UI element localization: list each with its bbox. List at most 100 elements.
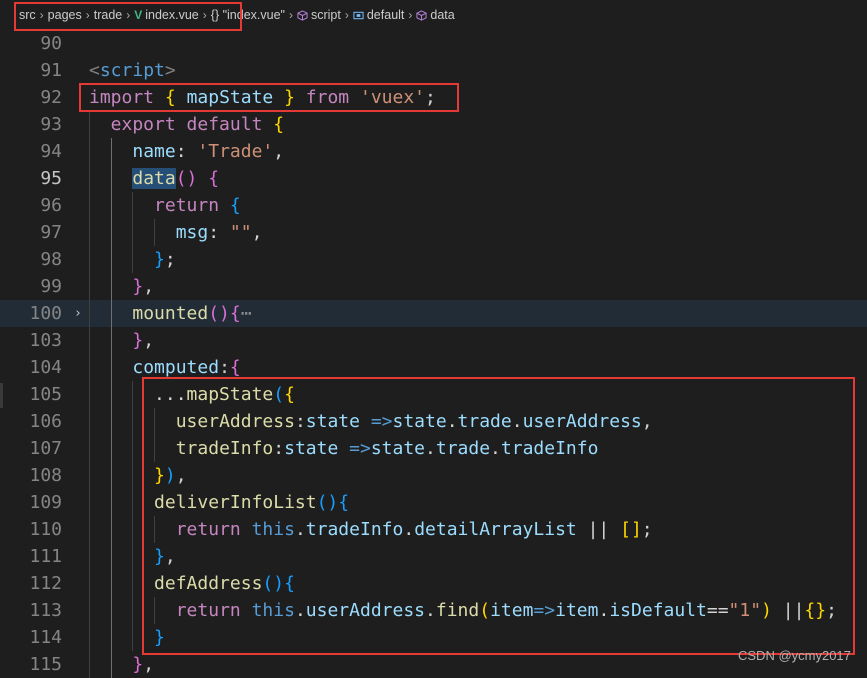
indent-guide xyxy=(132,597,134,624)
code-text: msg: "", xyxy=(176,219,263,246)
code-line[interactable]: 107 tradeInfo:state =>state.trade.tradeIn… xyxy=(0,435,867,462)
indent-guide xyxy=(110,408,112,435)
line-number: 107 xyxy=(29,438,62,459)
code-line[interactable]: 110 return this.tradeInfo.detailArrayList… xyxy=(0,516,867,543)
code-token: "" xyxy=(229,222,252,243)
breadcrumb: src › pages › trade › Vindex.vue › {} "i… xyxy=(0,0,867,30)
breadcrumb-default-label: default xyxy=(366,8,405,22)
indent-guide xyxy=(154,516,156,543)
line-number: 98 xyxy=(40,249,62,270)
code-line[interactable]: 100 › mounted(){⋯ xyxy=(0,300,867,327)
indent-guide xyxy=(132,462,134,489)
code-token: . xyxy=(511,411,523,432)
code-token: data xyxy=(132,168,176,189)
code-token: 'vuex' xyxy=(360,87,426,108)
code-token: . xyxy=(598,600,610,621)
indent-guide xyxy=(89,354,90,381)
code-line[interactable]: 106 userAddress:state =>state.trade.userA… xyxy=(0,408,867,435)
code-line[interactable]: 96 return { xyxy=(0,192,867,219)
watermark: CSDN @ycmy2017 xyxy=(738,648,851,663)
indent-guide xyxy=(89,570,90,597)
code-token: trade xyxy=(435,438,491,459)
indent-guide xyxy=(110,489,112,516)
code-line[interactable]: 104 computed:{ xyxy=(0,354,867,381)
code-token: { xyxy=(164,87,176,108)
code-editor[interactable]: 90 91 <script> 92 import { mapState } from '… xyxy=(0,30,867,678)
cube-icon xyxy=(416,9,427,21)
indent-guide xyxy=(89,111,90,138)
breadcrumb-module[interactable]: {} "index.vue" xyxy=(211,8,285,22)
code-line[interactable]: 114} xyxy=(0,624,867,651)
breadcrumb-pages[interactable]: pages xyxy=(48,8,82,22)
breadcrumb-data[interactable]: data xyxy=(416,8,455,22)
code-token: script xyxy=(99,60,165,81)
code-token: () xyxy=(262,573,285,594)
code-line[interactable]: 98}; xyxy=(0,246,867,273)
chevron-right-icon: › xyxy=(408,8,413,22)
code-token: { xyxy=(208,168,220,189)
code-line[interactable]: 109 deliverInfoList(){ xyxy=(0,489,867,516)
code-line[interactable]: 99}, xyxy=(0,273,867,300)
code-text: defAddress(){ xyxy=(154,570,295,597)
code-text: deliverInfoList(){ xyxy=(154,489,349,516)
breadcrumb-default[interactable]: default xyxy=(353,8,405,22)
code-line[interactable]: 111}, xyxy=(0,543,867,570)
indent-guide xyxy=(110,516,112,543)
code-token: : xyxy=(219,357,230,378)
fold-chevron-icon[interactable]: › xyxy=(74,300,82,327)
breadcrumb-script[interactable]: script xyxy=(297,8,341,22)
code-line[interactable]: 94 name: 'Trade', xyxy=(0,138,867,165)
code-text: }, xyxy=(154,543,176,570)
code-text: ...mapState({ xyxy=(154,381,295,408)
code-token: trade xyxy=(457,411,512,432)
code-line[interactable]: 105 ...mapState({ xyxy=(0,381,867,408)
code-line[interactable]: 103}, xyxy=(0,327,867,354)
indent-guide xyxy=(110,570,112,597)
cube-icon xyxy=(297,9,308,21)
indent-guide xyxy=(110,165,112,192)
breadcrumb-file[interactable]: Vindex.vue xyxy=(134,8,199,22)
line-number: 94 xyxy=(40,141,62,162)
code-token: ; xyxy=(641,519,653,540)
code-token: } xyxy=(284,87,295,108)
code-token: } xyxy=(154,465,165,486)
code-token: || xyxy=(771,600,805,621)
code-text: }), xyxy=(154,462,187,489)
line-number: 113 xyxy=(29,600,62,621)
indent-guide xyxy=(132,543,134,570)
breadcrumb-trade[interactable]: trade xyxy=(94,8,123,22)
line-number: 114 xyxy=(29,627,62,648)
code-line[interactable]: 92 import { mapState } from 'vuex'; xyxy=(0,84,867,111)
code-line[interactable]: 95 data() { xyxy=(0,165,867,192)
code-token: state xyxy=(392,411,447,432)
code-text: import { mapState } from 'vuex'; xyxy=(89,84,436,111)
line-number: 92 xyxy=(40,87,62,108)
code-line[interactable]: 93 export default { xyxy=(0,111,867,138)
code-token: } xyxy=(154,627,165,648)
code-token: name xyxy=(132,141,176,162)
code-line[interactable]: 91 <script> xyxy=(0,57,867,84)
code-line[interactable]: 90 xyxy=(0,30,867,57)
line-number: 99 xyxy=(40,276,62,297)
indent-guide xyxy=(132,219,134,246)
line-number: 111 xyxy=(29,546,62,567)
code-line[interactable]: 97 msg: "", xyxy=(0,219,867,246)
code-line[interactable]: 112 defAddress(){ xyxy=(0,570,867,597)
indent-guide xyxy=(110,192,112,219)
code-line[interactable]: 113 return this.userAddress.find(item=>it… xyxy=(0,597,867,624)
code-token: ; xyxy=(826,600,837,621)
code-token: computed xyxy=(132,357,220,378)
line-number: 108 xyxy=(29,465,62,486)
code-line[interactable]: 108}), xyxy=(0,462,867,489)
code-token: } xyxy=(132,276,144,297)
scroll-marker xyxy=(0,383,3,408)
breadcrumb-src[interactable]: src xyxy=(19,8,36,22)
code-token: () xyxy=(208,303,230,324)
code-token: < xyxy=(89,60,100,81)
indent-guide xyxy=(110,462,112,489)
line-number: 109 xyxy=(29,492,62,513)
